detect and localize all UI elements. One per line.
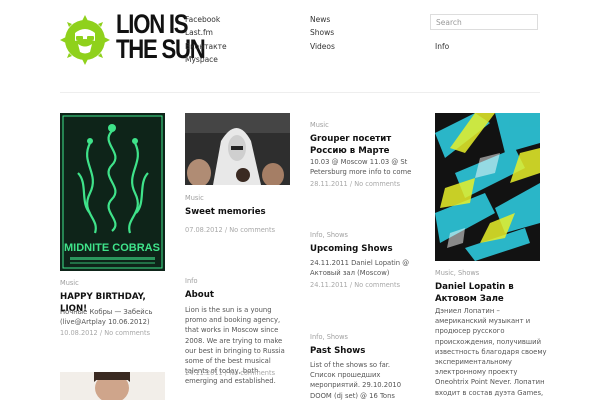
poster-title: MIDNITE COBRAS — [64, 242, 160, 254]
post-thumbnail-midnite-cobras[interactable]: MIDNITE COBRAS — [60, 113, 165, 271]
nav-link-vkontakte[interactable]: Вконтакте — [185, 40, 227, 53]
category-link[interactable]: Music — [60, 279, 79, 287]
post-title[interactable]: Sweet memories — [185, 206, 295, 218]
post-categories: Info, Shows — [310, 332, 348, 342]
category-link[interactable]: Music — [310, 121, 329, 129]
category-link[interactable]: Music — [185, 194, 204, 202]
post-category[interactable]: Info — [185, 276, 197, 286]
post-title[interactable]: Past Shows — [310, 345, 420, 357]
post-title[interactable]: Daniel Lopatin в Актовом Зале — [435, 281, 543, 305]
social-links-nav: Facebook Last.fm Вконтакте Myspace — [185, 13, 227, 66]
nav-link-shows[interactable]: Shows — [310, 26, 335, 39]
nav-link-myspace[interactable]: Myspace — [185, 53, 227, 66]
post-excerpt: 24.11.2011 Daniel Lopatin @ Актовый зал … — [310, 259, 410, 278]
category-link[interactable]: Info — [310, 333, 322, 341]
post-meta: 24.11.2011 / No comments — [185, 369, 276, 377]
site-logo-emblem[interactable] — [60, 15, 110, 65]
category-nav: News Shows Videos — [310, 13, 335, 53]
post-title[interactable]: Upcoming Shows — [310, 243, 420, 255]
category-link[interactable]: Shows — [458, 269, 479, 277]
post-date: 28.11.2011 — [310, 180, 348, 188]
post-thumbnail-masked[interactable] — [185, 113, 290, 185]
post-thumbnail-collage[interactable] — [435, 113, 540, 261]
post-meta: 10.08.2012 / No comments — [60, 329, 151, 337]
poster-image: MIDNITE COBRAS — [60, 113, 165, 271]
post-category[interactable]: Music — [60, 278, 79, 288]
post-comments-link[interactable]: No comments — [229, 369, 275, 377]
post-comments-link[interactable]: No comments — [229, 226, 275, 234]
post-excerpt: List of the shows so far. Список прошедш… — [310, 361, 402, 400]
post-date: 10.08.2012 — [60, 329, 98, 337]
portrait-image — [60, 372, 165, 400]
post-title[interactable]: Grouper посетит Россию в Марте — [310, 133, 418, 157]
nav-link-info[interactable]: Info — [435, 42, 449, 51]
post-comments-link[interactable]: No comments — [104, 329, 150, 337]
post-date: 24.11.2011 — [310, 281, 348, 289]
nav-link-facebook[interactable]: Facebook — [185, 13, 227, 26]
post-excerpt: 10.03 @ Moscow 11.03 @ St Petersburg mor… — [310, 158, 412, 177]
category-link[interactable]: Music — [435, 269, 454, 277]
post-categories: Info, Shows — [310, 230, 348, 240]
post-excerpt: Ночные Кобры — Забейсь (live@Artplay 10.… — [60, 308, 153, 327]
post-category[interactable]: Music — [310, 120, 329, 130]
collage-image — [435, 113, 540, 261]
performer-image — [185, 113, 290, 185]
post-thumbnail-portrait[interactable] — [60, 372, 165, 400]
post-meta: 07.08.2012 / No comments — [185, 226, 276, 234]
post-category[interactable]: Music — [185, 193, 204, 203]
category-link[interactable]: Info — [310, 231, 322, 239]
post-comments-link[interactable]: No comments — [354, 281, 400, 289]
search-input[interactable]: Search — [430, 14, 538, 30]
header-divider — [60, 92, 540, 93]
post-date: 07.08.2012 — [185, 226, 223, 234]
category-link[interactable]: Shows — [327, 231, 348, 239]
post-excerpt: Дэниел Лопатин – американский музыкант и… — [435, 307, 547, 400]
lion-logo-icon — [60, 15, 110, 65]
post-title[interactable]: About — [185, 289, 295, 301]
post-categories: Music, Shows — [435, 268, 479, 278]
post-meta: 24.11.2011 / No comments — [310, 281, 401, 289]
post-comments-link[interactable]: No comments — [354, 180, 400, 188]
category-link[interactable]: Info — [185, 277, 197, 285]
nav-link-news[interactable]: News — [310, 13, 335, 26]
nav-link-lastfm[interactable]: Last.fm — [185, 26, 227, 39]
post-meta: 28.11.2011 / No comments — [310, 180, 401, 188]
post-date: 24.11.2011 — [185, 369, 223, 377]
nav-link-videos[interactable]: Videos — [310, 40, 335, 53]
category-link[interactable]: Shows — [327, 333, 348, 341]
